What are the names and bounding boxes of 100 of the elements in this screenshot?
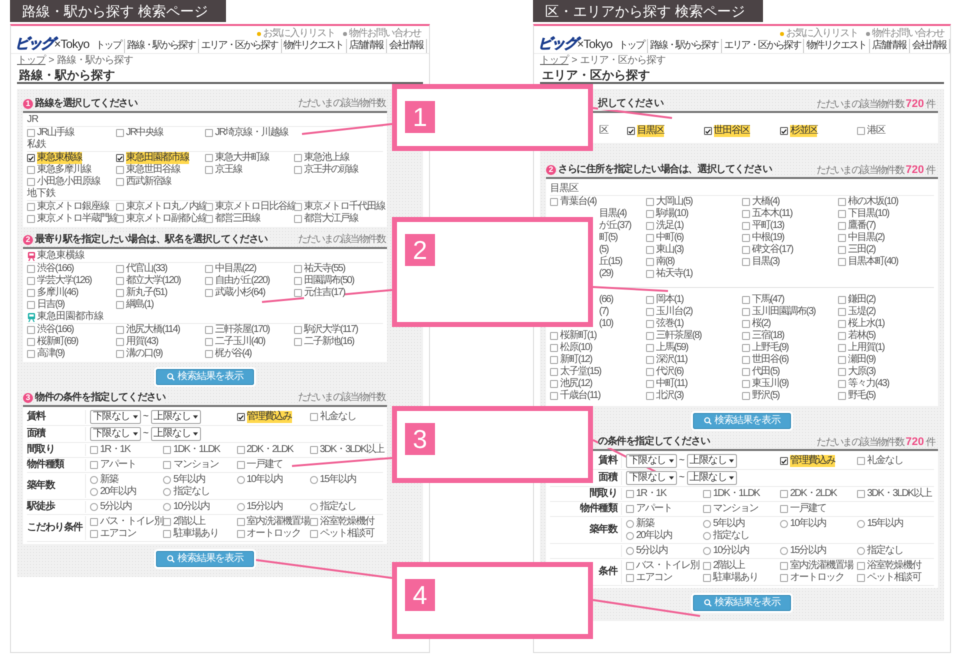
option-label[interactable]: ペット相談可 bbox=[867, 572, 921, 584]
checkbox[interactable] bbox=[27, 129, 35, 137]
option-label[interactable]: 世田谷(6) bbox=[752, 354, 788, 366]
radio-button[interactable] bbox=[626, 547, 634, 555]
option-label[interactable]: 三田(2) bbox=[848, 244, 876, 256]
option-label[interactable]: 元住吉(17) bbox=[304, 287, 345, 299]
checkbox[interactable] bbox=[310, 413, 318, 421]
option-label[interactable]: 岡本(1) bbox=[656, 294, 684, 306]
option-label[interactable]: オートロック bbox=[246, 528, 300, 540]
checkbox[interactable] bbox=[626, 562, 634, 570]
option-label[interactable]: 代田(5) bbox=[752, 366, 780, 378]
option-label[interactable]: 二子玉川(40) bbox=[215, 336, 265, 348]
checkbox[interactable] bbox=[780, 457, 788, 465]
nav-link[interactable]: 物件リクエスト bbox=[282, 39, 347, 53]
option-label[interactable]: 三軒茶屋(8) bbox=[656, 330, 702, 342]
checkbox[interactable] bbox=[27, 277, 35, 285]
checkbox[interactable] bbox=[550, 380, 558, 388]
nav-link[interactable]: 路線・駅から探す bbox=[125, 39, 199, 53]
option-label[interactable]: 5年以内 bbox=[173, 474, 205, 486]
breadcrumb-item[interactable]: トップ bbox=[540, 55, 568, 66]
option-label[interactable]: 都立大学(120) bbox=[126, 275, 180, 287]
option-label[interactable]: 目黒本町(40) bbox=[848, 256, 898, 268]
checkbox[interactable] bbox=[550, 392, 558, 400]
option-label[interactable]: 大橋(4) bbox=[752, 196, 780, 208]
checkbox[interactable] bbox=[236, 530, 244, 538]
option-label[interactable]: 東急東横線 bbox=[37, 152, 82, 164]
checkbox[interactable] bbox=[838, 296, 846, 304]
option-label[interactable]: 瀬田(9) bbox=[848, 354, 876, 366]
checkbox[interactable] bbox=[646, 210, 654, 218]
checkbox[interactable] bbox=[163, 518, 172, 526]
option-label[interactable]: 新築 bbox=[100, 474, 118, 486]
option-label[interactable]: 目黒区 bbox=[636, 125, 664, 137]
option-label[interactable]: 都営三田線 bbox=[215, 213, 260, 225]
option-label[interactable]: 代官山(33) bbox=[126, 263, 167, 275]
option-label[interactable]: 管理費込み bbox=[790, 455, 835, 467]
checkbox[interactable] bbox=[294, 338, 302, 346]
checkbox[interactable] bbox=[27, 338, 35, 346]
checkbox[interactable] bbox=[742, 320, 750, 328]
option-label[interactable]: 五本木(11) bbox=[752, 208, 792, 220]
option-label[interactable]: 鎌田(2) bbox=[848, 294, 876, 306]
radio-button[interactable] bbox=[90, 476, 98, 484]
nav-link[interactable]: 会社情報 bbox=[910, 39, 950, 53]
option-label[interactable]: 港区 bbox=[867, 125, 886, 137]
checkbox[interactable] bbox=[310, 446, 318, 454]
checkbox[interactable] bbox=[838, 392, 846, 400]
option-label[interactable]: 太子堂(15) bbox=[560, 366, 601, 378]
checkbox[interactable] bbox=[205, 265, 213, 273]
checkbox[interactable] bbox=[27, 154, 35, 162]
checkbox[interactable] bbox=[646, 356, 654, 364]
radio-button[interactable] bbox=[780, 547, 788, 555]
checkbox[interactable] bbox=[646, 392, 654, 400]
checkbox[interactable] bbox=[294, 166, 302, 174]
option-label[interactable]: 溝の口(9) bbox=[126, 348, 162, 360]
checkbox[interactable] bbox=[857, 574, 865, 582]
option-label[interactable]: アパート bbox=[636, 503, 672, 515]
checkbox[interactable] bbox=[550, 368, 558, 376]
select-field[interactable]: 上限なし bbox=[150, 410, 202, 424]
option-label[interactable]: 3DK・3LDK以上 bbox=[867, 488, 932, 500]
checkbox[interactable] bbox=[27, 203, 35, 211]
checkbox[interactable] bbox=[742, 392, 750, 400]
radio-button[interactable] bbox=[857, 547, 865, 555]
checkbox[interactable] bbox=[27, 166, 35, 174]
option-label[interactable]: 高津(9) bbox=[37, 348, 64, 360]
option-label[interactable]: 上用賀(1) bbox=[848, 342, 884, 354]
checkbox[interactable] bbox=[742, 296, 750, 304]
option-label[interactable]: 上馬(59) bbox=[656, 342, 688, 354]
option-label[interactable]: エアコン bbox=[636, 572, 672, 584]
checkbox[interactable] bbox=[742, 222, 750, 230]
checkbox[interactable] bbox=[646, 270, 654, 278]
checkbox[interactable] bbox=[236, 518, 244, 526]
checkbox[interactable] bbox=[27, 178, 35, 186]
option-label[interactable]: 東急池上線 bbox=[304, 152, 349, 164]
checkbox[interactable] bbox=[163, 530, 172, 538]
radio-button[interactable] bbox=[90, 488, 98, 496]
checkbox[interactable] bbox=[646, 344, 654, 352]
option-label[interactable]: 東急大井町線 bbox=[215, 152, 269, 164]
checkbox[interactable] bbox=[838, 308, 846, 316]
option-label[interactable]: 大原(3) bbox=[848, 366, 876, 378]
checkbox[interactable] bbox=[838, 210, 846, 218]
option-label[interactable]: 三軒茶屋(170) bbox=[215, 324, 270, 336]
header-link[interactable]: 物件お問い合わせ bbox=[872, 28, 944, 39]
checkbox[interactable] bbox=[646, 368, 654, 376]
option-label[interactable]: 大岡山(5) bbox=[656, 196, 692, 208]
option-label[interactable]: バス・トイレ別 bbox=[636, 560, 699, 572]
option-label[interactable]: 5年以内 bbox=[713, 518, 745, 530]
option-label[interactable]: JR中央線 bbox=[126, 127, 164, 139]
checkbox[interactable] bbox=[294, 277, 302, 285]
option-label[interactable]: 指定なし bbox=[320, 501, 356, 513]
option-label[interactable]: 下目黒(10) bbox=[848, 208, 889, 220]
checkbox[interactable] bbox=[116, 129, 124, 137]
checkbox[interactable] bbox=[646, 234, 654, 242]
option-label[interactable]: 都営大江戸線 bbox=[304, 213, 358, 225]
option-label[interactable]: 5分以内 bbox=[636, 545, 668, 557]
option-label[interactable]: JR山手線 bbox=[37, 127, 74, 139]
checkbox[interactable] bbox=[294, 203, 302, 211]
radio-button[interactable] bbox=[236, 476, 244, 484]
option-label[interactable]: オートロック bbox=[790, 572, 844, 584]
checkbox[interactable] bbox=[780, 127, 788, 135]
option-label[interactable]: マンション bbox=[713, 503, 758, 515]
checkbox[interactable] bbox=[27, 301, 35, 309]
